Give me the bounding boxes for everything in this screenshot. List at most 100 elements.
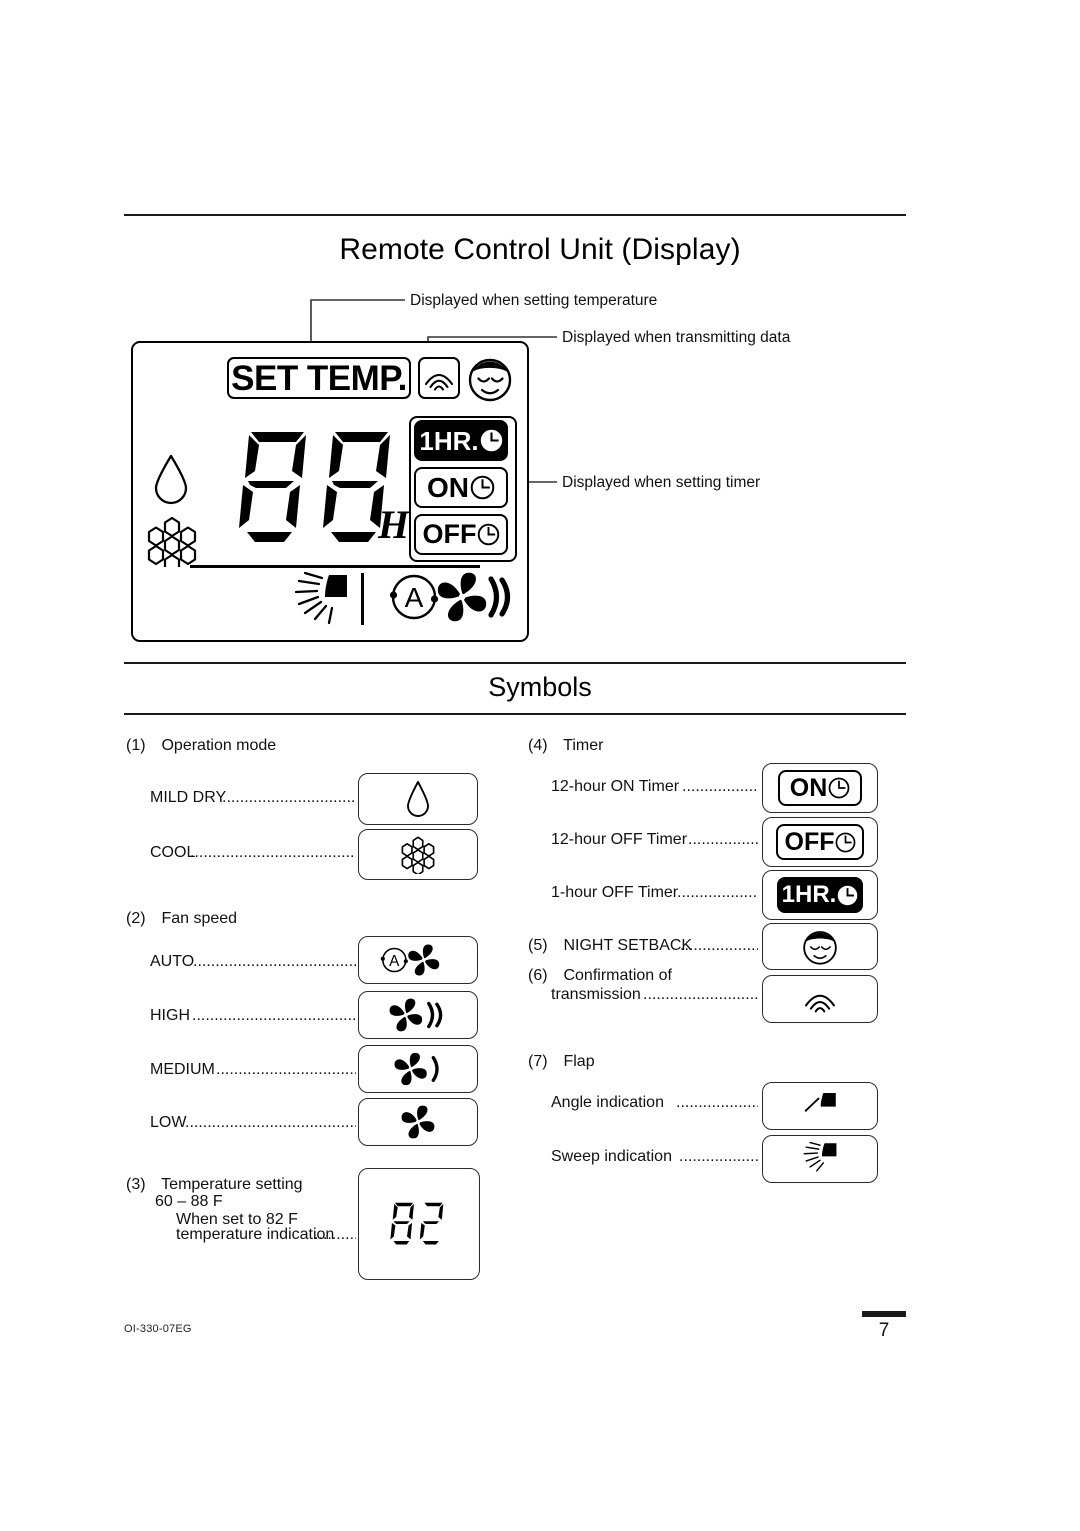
lcd-display-panel: SET TEMP. H 1HR. ON OFF A: [131, 341, 529, 642]
row-dots-timer-off: .................: [688, 831, 758, 848]
lcd-timer-badge-1hr: 1HR.: [414, 420, 508, 461]
row-dots-high: ........................................…: [192, 1007, 356, 1024]
seven-segment-82-icon: [390, 1202, 444, 1245]
symbol-box-transmission: [762, 975, 878, 1023]
symbol-box-fan-medium: [358, 1045, 478, 1093]
timer-on-badge-icon: 12-hour ON Timer ON: [778, 770, 862, 806]
timer-off-text: OFF: [784, 827, 835, 856]
group-7-heading: (7) Flap: [528, 1053, 595, 1071]
group-3-range: 60 – 88 F: [155, 1193, 223, 1210]
auto-fan-icon: A: [380, 944, 440, 976]
row-dots-low: ........................................…: [185, 1114, 356, 1131]
group-7-title: Flap: [563, 1053, 595, 1070]
row-dots-timer-1hr: ...................: [677, 884, 758, 901]
row-dots-cool: ........................................…: [190, 844, 356, 861]
auto-fan-icon: A: [387, 569, 513, 627]
symbol-box-timer-off: OFF: [762, 817, 878, 867]
symbol-box-fan-high: [358, 991, 478, 1039]
snowflake-icon: [147, 515, 197, 575]
group-4-number: (4): [528, 737, 548, 754]
group-2-heading: (2) Fan speed: [126, 910, 237, 928]
group-1-heading: (1) Operation mode: [126, 737, 276, 755]
lcd-separator-bar: [190, 565, 480, 568]
flap-divider-bar: [361, 573, 364, 625]
sweep-flap-icon: [285, 571, 355, 629]
group-2-number: (2): [126, 910, 146, 927]
flap-sweep-icon: [803, 1141, 837, 1172]
hour-suffix-label: H: [378, 502, 410, 547]
water-drop-icon: [149, 453, 193, 505]
page-number-rule: [862, 1311, 906, 1317]
symbols-top-rule: [124, 662, 906, 664]
row-label-cool: COOL: [150, 844, 196, 861]
row-label-flap-sweep: Sweep indication: [551, 1148, 672, 1165]
row-dots-flap-sweep: ...................: [679, 1148, 758, 1165]
row-dots-timer-on: .................: [682, 778, 758, 795]
symbol-box-flap-angle: [762, 1082, 878, 1130]
row-dots-transmission: ..............................: [643, 986, 758, 1003]
group-1-title: Operation mode: [161, 737, 277, 754]
row-dots-medium: ........................................…: [216, 1061, 356, 1078]
row-dots-night-setback: ...................: [680, 937, 758, 954]
top-rule: [124, 214, 906, 216]
svg-text:A: A: [389, 953, 400, 970]
row-label-timer-1hr: 1-hour OFF Timer: [551, 884, 679, 901]
page-number: 7: [878, 1320, 890, 1341]
row-label-timer-on: 12-hour ON Timer: [551, 778, 680, 795]
group-6-title-line2: transmission: [551, 986, 641, 1003]
group-5-title: NIGHT SETBACK: [563, 937, 693, 954]
sleeping-face-icon: [803, 930, 837, 965]
symbol-box-fan-low: [358, 1098, 478, 1146]
group-3-number: (3): [126, 1176, 146, 1193]
row-label-medium: MEDIUM: [150, 1061, 215, 1078]
row-dots-temperature: ..........: [314, 1226, 356, 1243]
svg-text:A: A: [405, 582, 424, 613]
row-label-timer-off: 12-hour OFF Timer: [551, 831, 688, 848]
symbol-box-fan-auto: A: [358, 936, 478, 984]
row-dots-mild-dry: ........................................…: [222, 789, 356, 806]
row-label-mild-dry: MILD DRY: [150, 789, 227, 806]
lcd-timer-off-label: OFF: [422, 519, 477, 549]
symbol-box-timer-on: 12-hour ON Timer ON: [762, 763, 878, 813]
symbols-title: Symbols: [488, 672, 592, 702]
lcd-timer-1hr-label: 1HR.: [419, 425, 479, 456]
page-title: Remote Control Unit (Display): [339, 233, 741, 266]
symbol-box-flap-sweep: [762, 1135, 878, 1183]
timer-on-text: ON: [789, 773, 828, 802]
water-drop-icon: [407, 781, 429, 817]
symbols-bottom-rule: [124, 713, 906, 715]
row-dots-auto: ........................................…: [193, 953, 356, 970]
document-code: OI-330-07EG: [124, 1323, 192, 1335]
set-temp-badge: SET TEMP.: [227, 357, 411, 399]
group-2-title: Fan speed: [161, 910, 238, 927]
group-6-number: (6): [528, 967, 548, 984]
row-label-auto: AUTO: [150, 953, 195, 970]
set-temp-label: SET TEMP.: [231, 358, 407, 398]
row-label-low: LOW: [150, 1114, 187, 1131]
symbol-box-temperature-82: [358, 1168, 480, 1280]
group-3-indication-label: temperature indication: [176, 1226, 335, 1243]
symbol-box-cool: [358, 829, 478, 880]
fan-medium-icon: [394, 1052, 439, 1086]
row-dots-flap-angle: ...................: [676, 1094, 758, 1111]
flap-angle-icon: [804, 1092, 836, 1112]
timer-1hr-badge-icon: 1HR.: [777, 877, 863, 913]
group-1-number: (1): [126, 737, 146, 754]
lcd-timer-badge-off: OFF: [414, 514, 508, 555]
row-label-high: HIGH: [150, 1007, 190, 1024]
row-label-flap-angle: Angle indication: [551, 1094, 664, 1111]
lcd-timer-on-label: ON: [427, 471, 469, 503]
group-4-title: Timer: [563, 737, 604, 754]
wifi-transmission-icon: [804, 994, 836, 1013]
symbol-box-mild-dry: [358, 773, 478, 825]
group-6-title: Confirmation of: [563, 967, 672, 984]
symbol-box-night-setback: [762, 923, 878, 970]
timer-off-badge-icon: OFF: [776, 824, 864, 860]
group-3-title: Temperature setting: [161, 1176, 303, 1193]
group-7-number: (7): [528, 1053, 548, 1070]
manual-page: Remote Control Unit (Display) Displayed …: [0, 0, 1080, 1531]
group-3-heading: (3) Temperature setting: [126, 1176, 303, 1194]
symbol-box-timer-1hr: 1HR.: [762, 870, 878, 920]
group-6-heading: (6) Confirmation of: [528, 967, 672, 985]
group-4-heading: (4) Timer: [528, 737, 603, 755]
